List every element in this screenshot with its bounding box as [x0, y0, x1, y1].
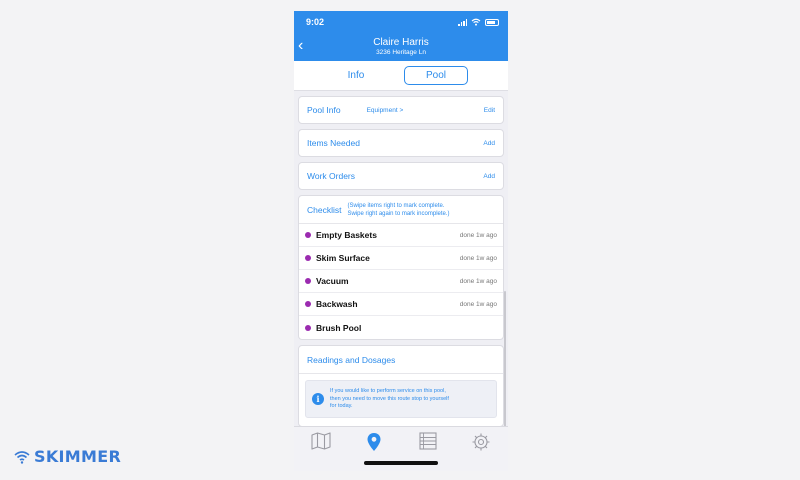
checklist-item-name: Vacuum [316, 276, 349, 286]
checklist-item-status: done 1w ago [459, 254, 497, 262]
work-orders-card: Work Orders Add [298, 162, 504, 190]
pool-info-card: Pool Info Equipment > Edit [298, 96, 504, 124]
status-icons [458, 18, 499, 26]
customer-name: Claire Harris [373, 37, 429, 48]
customer-address: 3236 Heritage Ln [376, 49, 426, 56]
wifi-icon [471, 18, 481, 26]
add-item-button[interactable]: Add [483, 140, 495, 147]
readings-card: Readings and Dosages i If you would like… [298, 345, 504, 426]
checklist-item[interactable]: Vacuum done 1w ago [299, 270, 503, 293]
service-info-notice: i If you would like to perform service o… [305, 380, 497, 418]
checklist-item[interactable]: Brush Pool [299, 316, 503, 339]
readings-title[interactable]: Readings and Dosages [307, 355, 395, 365]
checklist-item[interactable]: Skim Surface done 1w ago [299, 247, 503, 270]
scrollbar[interactable] [504, 291, 506, 426]
checklist-hint-line2: Swipe right again to mark incomplete.) [347, 211, 450, 217]
signal-icon [458, 18, 467, 26]
checklist-item-name: Backwash [316, 299, 358, 309]
map-icon[interactable] [309, 432, 333, 454]
equipment-link[interactable]: Equipment > [341, 107, 484, 114]
skimmer-logo-text: SKIMMER [34, 447, 122, 466]
info-line3: for today. [330, 403, 353, 409]
status-dot [305, 278, 311, 284]
checklist-item-name: Skim Surface [316, 253, 370, 263]
checklist-item-status: done 1w ago [459, 277, 497, 285]
checklist-card: Checklist (Swipe items right to mark com… [298, 195, 504, 340]
checklist-header: Checklist (Swipe items right to mark com… [299, 196, 503, 224]
status-dot [305, 324, 311, 331]
work-orders-title: Work Orders [307, 171, 356, 181]
home-indicator [364, 461, 438, 465]
items-needed-card: Items Needed Add [298, 129, 504, 157]
status-time: 9:02 [306, 17, 325, 27]
tab-info[interactable]: Info [334, 67, 378, 84]
checklist-item-status: done 1w ago [459, 300, 497, 308]
checklist-hint: (Swipe items right to mark complete. Swi… [341, 202, 449, 218]
skimmer-logo-icon [14, 450, 30, 464]
status-dot [305, 301, 311, 307]
checklist-item-status: done 1w ago [459, 231, 497, 239]
location-pin-icon[interactable] [362, 432, 386, 454]
checklist-title: Checklist [307, 205, 342, 215]
info-line2: then you need to move this route stop to… [330, 395, 449, 402]
add-work-order-button[interactable]: Add [483, 173, 495, 180]
phone-screen: 9:02 ‹ Claire Harris 3236 Heritage Ln In… [294, 11, 508, 471]
checklist-item[interactable]: Backwash done 1w ago [299, 293, 503, 316]
segmented-control: Info Pool [294, 61, 508, 91]
checklist-item[interactable]: Empty Baskets done 1w ago [299, 224, 503, 247]
pool-content[interactable]: Pool Info Equipment > Edit Items Needed … [294, 91, 508, 426]
gear-icon[interactable] [469, 432, 493, 454]
edit-button[interactable]: Edit [484, 107, 495, 114]
battery-icon [485, 18, 499, 26]
checklist-hint-line1: (Swipe items right to mark complete. [347, 203, 445, 209]
skimmer-logo: SKIMMER [14, 447, 121, 466]
back-icon[interactable]: ‹ [298, 36, 303, 56]
service-info-text: If you would like to perform service on … [330, 388, 449, 411]
status-dot [305, 232, 311, 238]
info-icon: i [312, 393, 324, 406]
checklist-item-name: Brush Pool [316, 322, 362, 333]
checklist-item-name: Empty Baskets [316, 230, 377, 240]
pool-info-title: Pool Info [307, 105, 341, 115]
status-bar: 9:02 [294, 11, 508, 33]
list-icon[interactable] [416, 432, 440, 454]
nav-bar: ‹ Claire Harris 3236 Heritage Ln [294, 33, 508, 61]
status-dot [305, 255, 311, 261]
tab-pool[interactable]: Pool [404, 66, 468, 85]
items-needed-title: Items Needed [307, 138, 360, 148]
info-line1: If you would like to perform service on … [330, 388, 446, 394]
